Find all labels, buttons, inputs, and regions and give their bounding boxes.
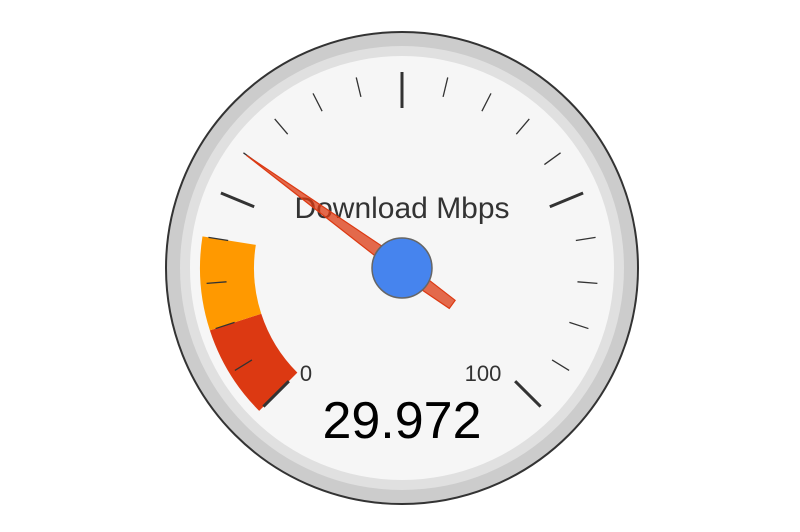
- gauge-chart: Download Mbps 0 100 29.972: [165, 31, 639, 505]
- gauge-value-readout: 29.972: [322, 392, 481, 450]
- gauge-min-label: 0: [300, 361, 312, 386]
- gauge-needle-hub: [371, 237, 433, 299]
- gauge-max-label: 100: [465, 361, 502, 386]
